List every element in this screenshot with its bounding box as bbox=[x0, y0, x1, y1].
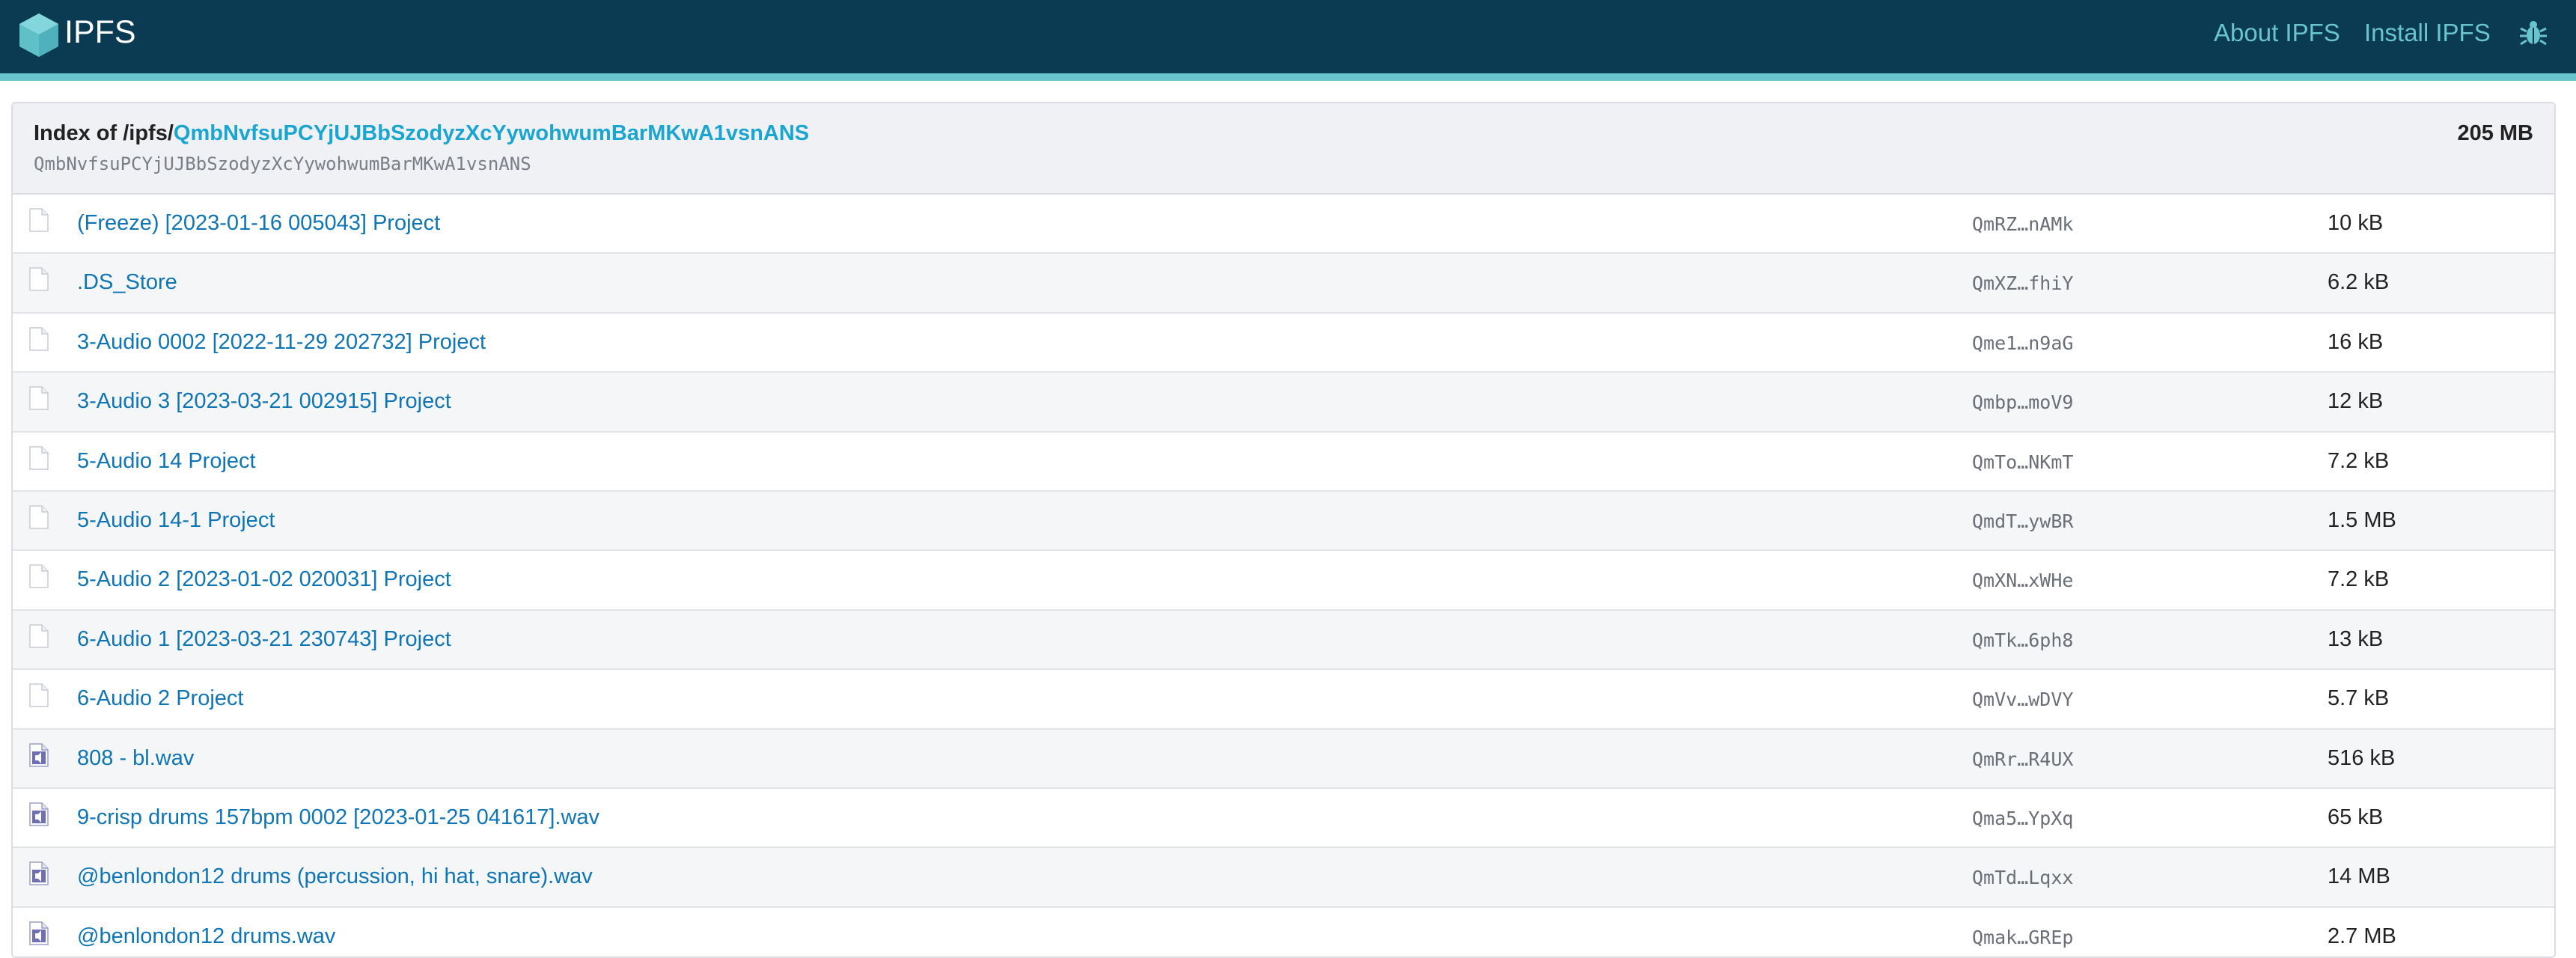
total-size: 205 MB bbox=[2457, 121, 2533, 145]
file-row: .DS_Store QmXZ…fhiY 6.2 kB bbox=[13, 254, 2554, 314]
audio-file-icon bbox=[29, 861, 49, 886]
file-name-link[interactable]: (Freeze) [2023-01-16 005043] Project bbox=[77, 210, 440, 237]
file-name-link[interactable]: 808 - bl.wav bbox=[77, 745, 194, 772]
file-hash-link[interactable]: Qmbp…moV9 bbox=[1972, 391, 2073, 415]
file-row: 5-Audio 14-1 Project QmdT…ywBR 1.5 MB bbox=[13, 491, 2554, 552]
file-icon bbox=[29, 327, 49, 351]
file-size: 5.7 kB bbox=[2328, 686, 2390, 711]
file-row: (Freeze) [2023-01-16 005043] Project QmRZ… bbox=[13, 195, 2554, 254]
file-row: @benlondon12 drums (percussion, hi hat, … bbox=[13, 848, 2554, 908]
install-ipfs-link[interactable]: Install IPFS bbox=[2364, 18, 2491, 48]
file-name-link[interactable]: 6-Audio 1 [2023-03-21 230743] Project bbox=[77, 626, 451, 653]
file-name-link[interactable]: 3-Audio 0002 [2022-11-29 202732] Project bbox=[77, 329, 486, 356]
file-icon bbox=[29, 564, 49, 589]
file-name-link[interactable]: 5-Audio 14-1 Project bbox=[77, 507, 275, 534]
brand-name[interactable]: IPFS bbox=[64, 13, 136, 51]
file-name-link[interactable]: 9-crisp drums 157bpm 0002 [2023-01-25 04… bbox=[77, 804, 599, 831]
file-size: 1.5 MB bbox=[2328, 507, 2396, 532]
file-size: 14 MB bbox=[2328, 864, 2390, 889]
audio-file-icon bbox=[29, 742, 49, 767]
bug-icon[interactable] bbox=[2519, 18, 2548, 48]
file-name-link[interactable]: 3-Audio 3 [2023-03-21 002915] Project bbox=[77, 388, 451, 415]
index-title: Index of /ipfs/QmbNvfsuPCYjUJBbSzodyzXcY… bbox=[34, 120, 809, 147]
file-size: 12 kB bbox=[2328, 389, 2384, 414]
ipfs-cube-logo-icon[interactable] bbox=[18, 12, 60, 58]
file-row: 808 - bl.wav QmRr…R4UX 516 kB bbox=[13, 729, 2554, 789]
file-row: 5-Audio 14 Project QmTo…NKmT 7.2 kB bbox=[13, 432, 2554, 492]
file-size: 2.7 MB bbox=[2328, 924, 2396, 948]
file-size: 13 kB bbox=[2328, 626, 2384, 651]
file-size: 516 kB bbox=[2328, 745, 2396, 770]
file-name-link[interactable]: @benlondon12 drums (percussion, hi hat, … bbox=[77, 863, 593, 890]
cid-link[interactable]: QmbNvfsuPCYjUJBbSzodyzXcYywohwumBarMKwA1… bbox=[174, 121, 809, 145]
file-name-link[interactable]: 5-Audio 14 Project bbox=[77, 448, 256, 475]
file-icon bbox=[29, 267, 49, 292]
file-list: (Freeze) [2023-01-16 005043] Project QmRZ… bbox=[13, 195, 2554, 957]
file-hash-link[interactable]: QmdT…ywBR bbox=[1972, 510, 2073, 534]
file-icon bbox=[29, 623, 49, 648]
file-size: 6.2 kB bbox=[2328, 270, 2390, 295]
file-row: 3-Audio 3 [2023-03-21 002915] Project Qmb… bbox=[13, 373, 2554, 433]
file-icon bbox=[29, 208, 49, 232]
file-hash-link[interactable]: QmXN…xWHe bbox=[1972, 569, 2073, 593]
full-cid: QmbNvfsuPCYjUJBbSzodyzXcYywohwumBarMKwA1… bbox=[34, 153, 531, 174]
file-name-link[interactable]: 6-Audio 2 Project bbox=[77, 685, 243, 712]
file-size: 7.2 kB bbox=[2328, 448, 2390, 473]
file-row: 5-Audio 2 [2023-01-02 020031] Project QmX… bbox=[13, 551, 2554, 611]
file-hash-link[interactable]: QmTk…6ph8 bbox=[1972, 629, 2073, 653]
file-row: 3-Audio 0002 [2022-11-29 202732] Project… bbox=[13, 313, 2554, 373]
file-icon bbox=[29, 445, 49, 470]
file-hash-link[interactable]: Qma5…YpXq bbox=[1972, 807, 2073, 831]
file-name-link[interactable]: @benlondon12 drums.wav bbox=[77, 923, 335, 950]
file-hash-link[interactable]: QmRr…R4UX bbox=[1972, 748, 2073, 772]
file-hash-link[interactable]: QmRZ…nAMk bbox=[1972, 213, 2073, 237]
file-name-link[interactable]: 5-Audio 2 [2023-01-02 020031] Project bbox=[77, 566, 451, 593]
file-icon bbox=[29, 386, 49, 410]
file-hash-link[interactable]: QmVv…wDVY bbox=[1972, 688, 2073, 712]
audio-file-icon bbox=[29, 802, 49, 826]
file-hash-link[interactable]: Qmak…GREp bbox=[1972, 926, 2073, 950]
file-hash-link[interactable]: QmXZ…fhiY bbox=[1972, 272, 2073, 296]
file-hash-link[interactable]: Qme1…n9aG bbox=[1972, 332, 2073, 356]
file-row: 6-Audio 2 Project QmVv…wDVY 5.7 kB bbox=[13, 670, 2554, 730]
index-prefix: Index of /ipfs/ bbox=[34, 121, 174, 145]
directory-listing: Index of /ipfs/QmbNvfsuPCYjUJBbSzodyzXcY… bbox=[11, 102, 2556, 958]
file-row: 9-crisp drums 157bpm 0002 [2023-01-25 04… bbox=[13, 788, 2554, 849]
file-icon bbox=[29, 683, 49, 707]
listing-header: Index of /ipfs/QmbNvfsuPCYjUJBbSzodyzXcY… bbox=[13, 103, 2554, 195]
about-ipfs-link[interactable]: About IPFS bbox=[2214, 18, 2340, 48]
file-size: 7.2 kB bbox=[2328, 567, 2390, 592]
file-size: 65 kB bbox=[2328, 805, 2384, 829]
file-row: 6-Audio 1 [2023-03-21 230743] Project QmT… bbox=[13, 610, 2554, 671]
file-name-link[interactable]: .DS_Store bbox=[77, 269, 177, 296]
file-icon bbox=[29, 505, 49, 529]
top-bar: IPFS About IPFS Install IPFS bbox=[0, 0, 2576, 81]
file-row: @benlondon12 drums.wav Qmak…GREp 2.7 MB bbox=[13, 907, 2554, 957]
file-hash-link[interactable]: QmTo…NKmT bbox=[1972, 451, 2073, 475]
file-size: 10 kB bbox=[2328, 211, 2384, 235]
file-size: 16 kB bbox=[2328, 329, 2384, 354]
file-hash-link[interactable]: QmTd…Lqxx bbox=[1972, 866, 2073, 890]
